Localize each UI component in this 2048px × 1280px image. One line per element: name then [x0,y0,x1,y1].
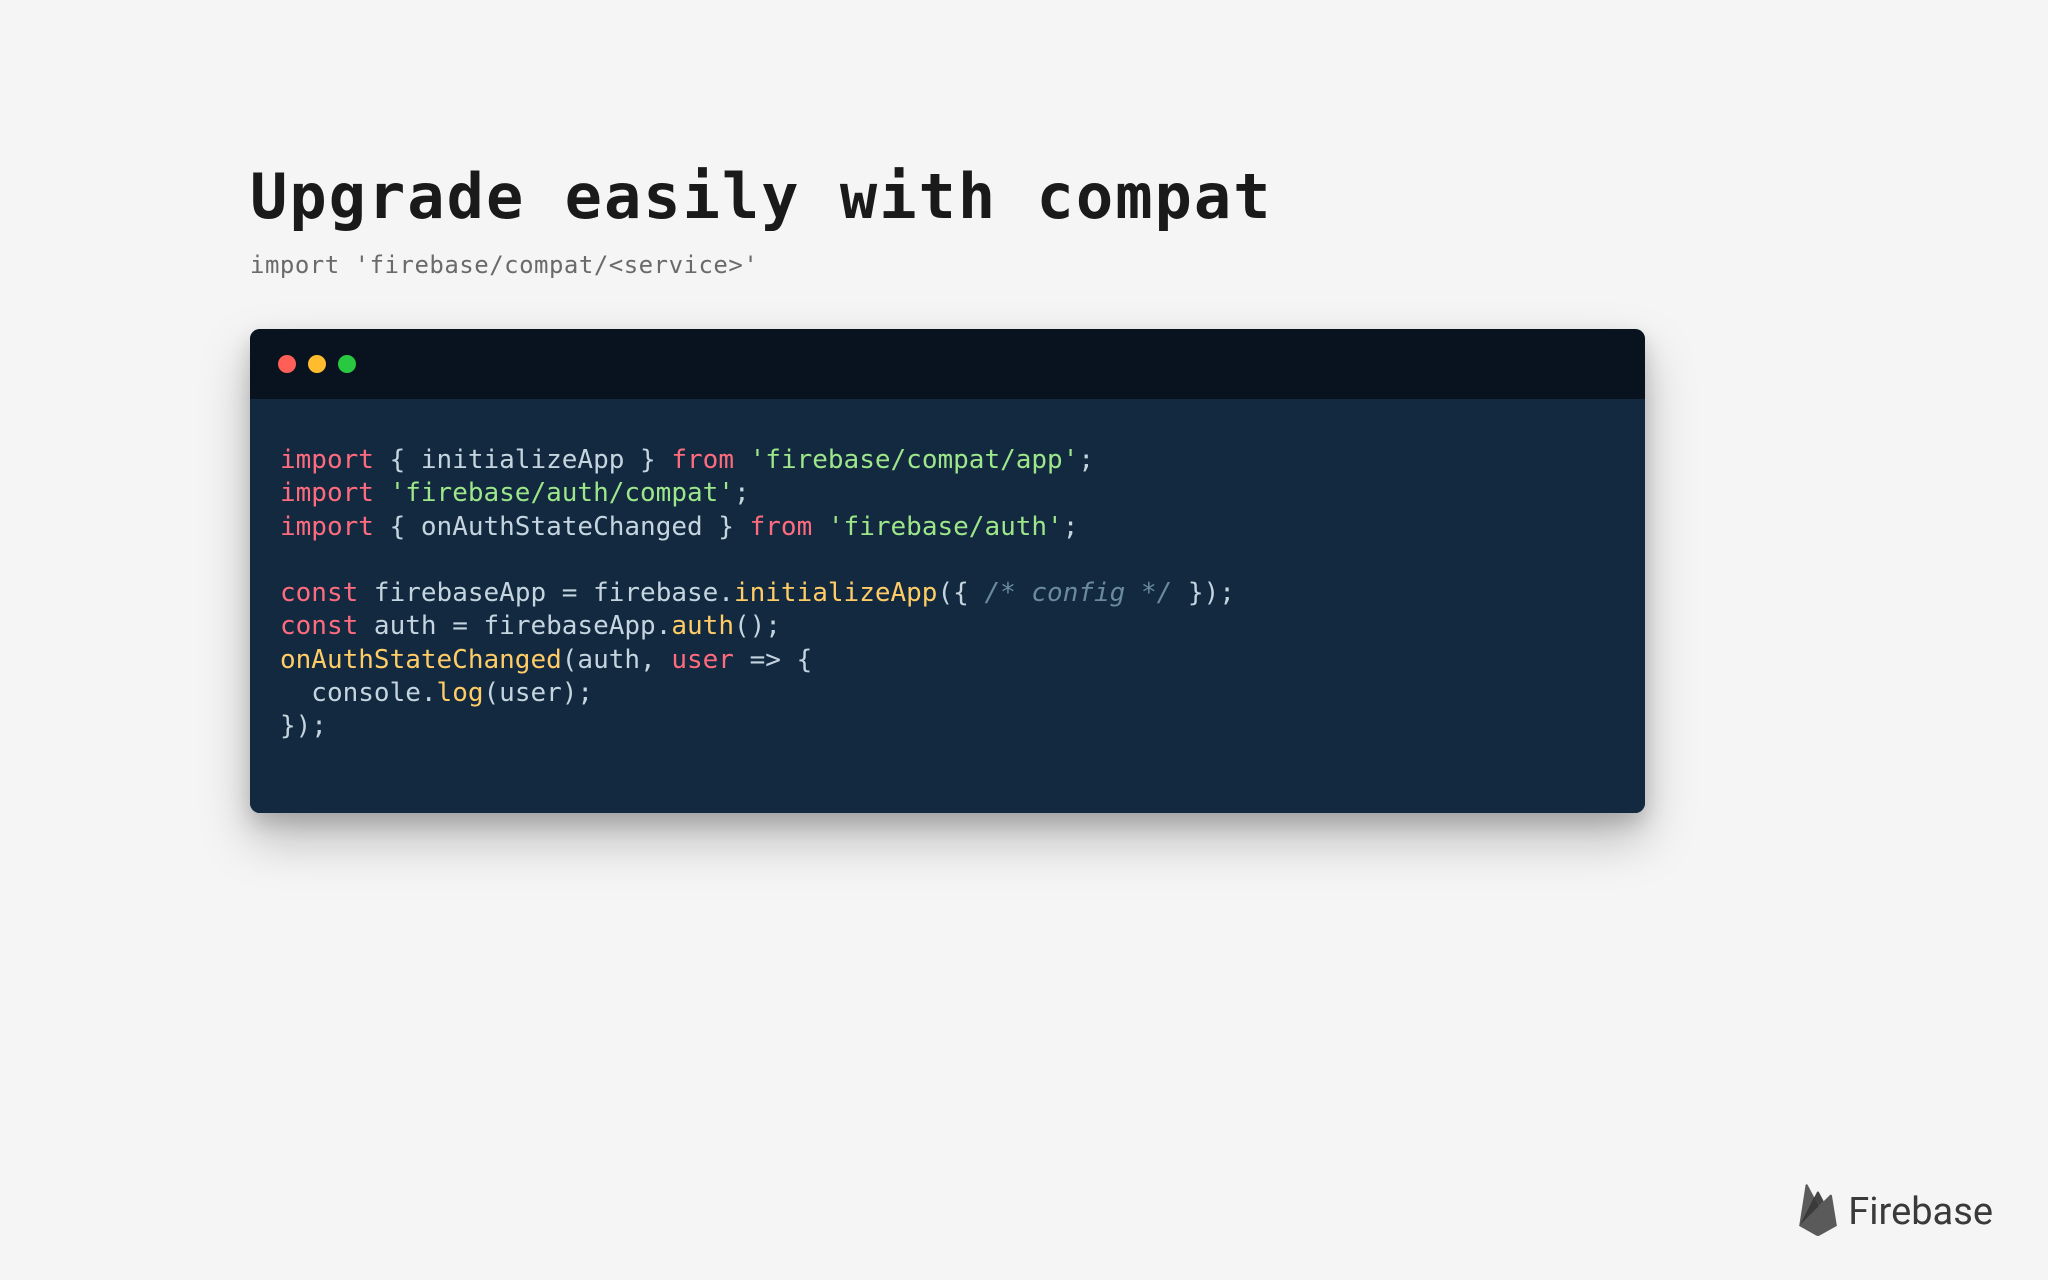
window-close-dot [278,355,296,373]
window-zoom-dot [338,355,356,373]
firebase-logo-text: Firebase [1848,1190,1993,1234]
window-minimize-dot [308,355,326,373]
slide-container: Upgrade easily with compat import 'fireb… [0,0,2048,813]
window-titlebar [250,329,1645,399]
subtitle-code: import 'firebase/compat/<service>' [250,251,1798,279]
page-title: Upgrade easily with compat [250,160,1798,233]
code-body: import { initializeApp } from 'firebase/… [250,399,1645,813]
firebase-logo: Firebase [1798,1184,1993,1240]
firebase-logo-icon [1798,1184,1838,1240]
code-window: import { initializeApp } from 'firebase/… [250,329,1645,813]
